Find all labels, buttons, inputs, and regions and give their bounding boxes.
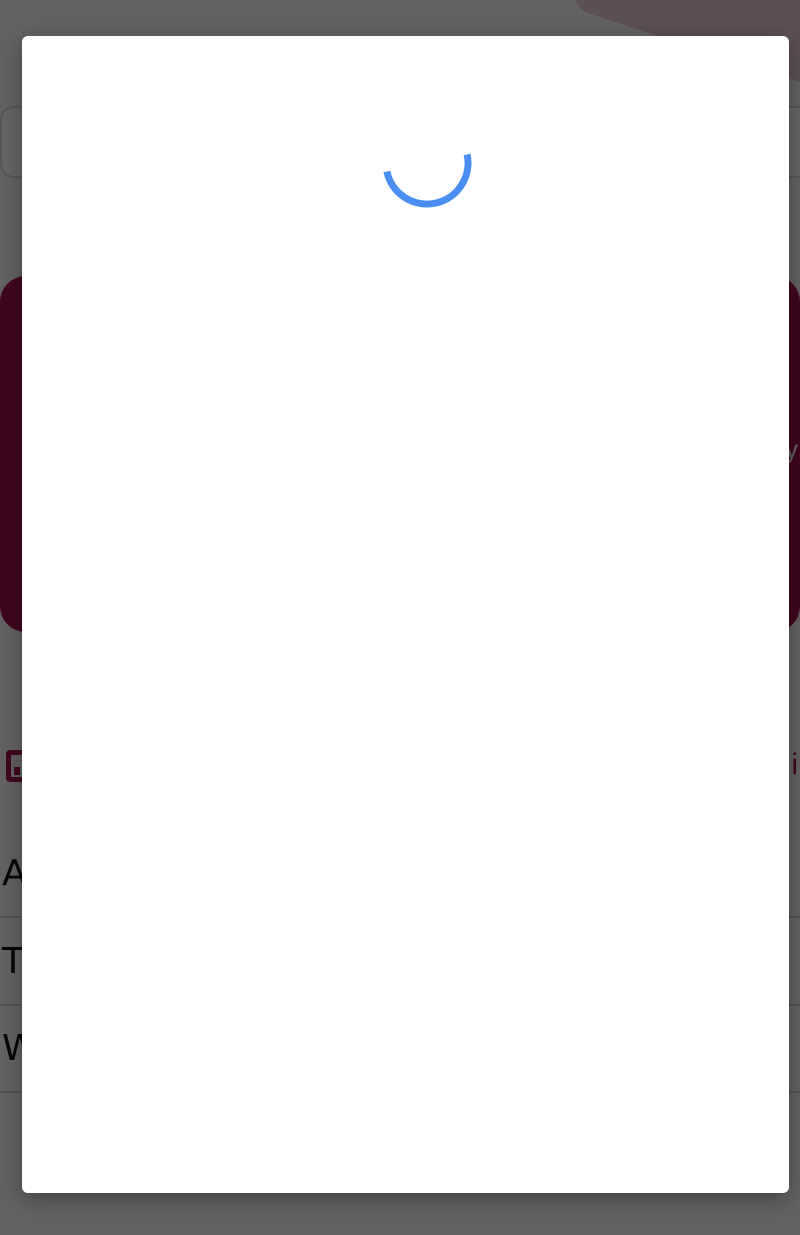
modal-dialog: [22, 36, 789, 1193]
loading-spinner-icon: [382, 118, 472, 208]
